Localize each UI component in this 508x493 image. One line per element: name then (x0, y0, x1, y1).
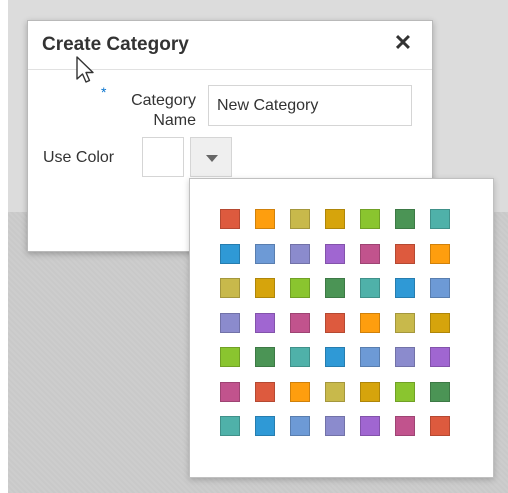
color-swatch-option[interactable] (290, 381, 310, 402)
color-swatch-option[interactable] (325, 312, 345, 333)
color-swatch-option[interactable] (255, 243, 275, 264)
color-palette-popup (189, 178, 494, 478)
color-swatch-option[interactable] (255, 278, 275, 298)
color-swatch-option[interactable] (290, 209, 310, 229)
color-swatch-option[interactable] (395, 416, 415, 436)
color-swatch-option[interactable] (290, 347, 310, 367)
color-swatch-option[interactable] (430, 416, 450, 436)
required-indicator: * (101, 84, 107, 100)
color-swatch-option[interactable] (360, 416, 380, 436)
color-swatch-option[interactable] (255, 381, 275, 402)
chevron-down-icon (206, 155, 218, 162)
palette-row (220, 416, 460, 436)
color-swatch-option[interactable] (430, 209, 450, 229)
color-swatch-option[interactable] (220, 312, 240, 333)
category-name-input[interactable] (208, 85, 412, 126)
palette-row (220, 278, 460, 298)
color-swatch-option[interactable] (360, 381, 380, 402)
color-swatch-option[interactable] (360, 278, 380, 298)
color-swatch-option[interactable] (220, 347, 240, 367)
color-swatch-option[interactable] (430, 381, 450, 402)
color-swatch-option[interactable] (360, 243, 380, 264)
color-dropdown-button[interactable] (190, 137, 232, 177)
color-swatch-option[interactable] (255, 209, 275, 229)
color-palette-grid (220, 209, 460, 451)
color-swatch-option[interactable] (395, 312, 415, 333)
color-swatch-option[interactable] (290, 312, 310, 333)
color-swatch-option[interactable] (255, 312, 275, 333)
color-swatch-option[interactable] (360, 312, 380, 333)
palette-row (220, 347, 460, 367)
color-swatch-option[interactable] (290, 243, 310, 264)
color-swatch-option[interactable] (325, 381, 345, 402)
color-swatch-option[interactable] (255, 416, 275, 436)
palette-row (220, 312, 460, 333)
color-swatch-option[interactable] (430, 243, 450, 264)
color-swatch-option[interactable] (290, 278, 310, 298)
selected-color-swatch[interactable] (142, 137, 184, 177)
color-swatch-option[interactable] (220, 243, 240, 264)
palette-row (220, 381, 460, 402)
color-swatch-option[interactable] (395, 347, 415, 367)
color-swatch-option[interactable] (220, 416, 240, 436)
palette-row (220, 209, 460, 229)
color-swatch-option[interactable] (325, 278, 345, 298)
color-swatch-option[interactable] (325, 416, 345, 436)
dialog-title: Create Category (42, 34, 189, 55)
color-swatch-option[interactable] (360, 347, 380, 367)
color-swatch-option[interactable] (290, 416, 310, 436)
color-swatch-option[interactable] (430, 312, 450, 333)
color-swatch-option[interactable] (220, 278, 240, 298)
color-swatch-option[interactable] (395, 243, 415, 264)
color-swatch-option[interactable] (395, 209, 415, 229)
color-swatch-option[interactable] (360, 209, 380, 229)
color-swatch-option[interactable] (255, 347, 275, 367)
use-color-label: Use Color (43, 149, 115, 166)
color-swatch-option[interactable] (220, 381, 240, 402)
color-swatch-option[interactable] (395, 381, 415, 402)
color-swatch-option[interactable] (430, 347, 450, 367)
mouse-pointer-icon (76, 56, 94, 83)
category-name-label: Category Name (131, 92, 196, 129)
color-swatch-option[interactable] (395, 278, 415, 298)
color-swatch-option[interactable] (325, 347, 345, 367)
color-swatch-option[interactable] (325, 243, 345, 264)
palette-row (220, 243, 460, 264)
close-button[interactable]: ✕ (392, 31, 414, 55)
color-swatch-option[interactable] (220, 209, 240, 229)
color-swatch-option[interactable] (325, 209, 345, 229)
color-swatch-option[interactable] (430, 278, 450, 298)
